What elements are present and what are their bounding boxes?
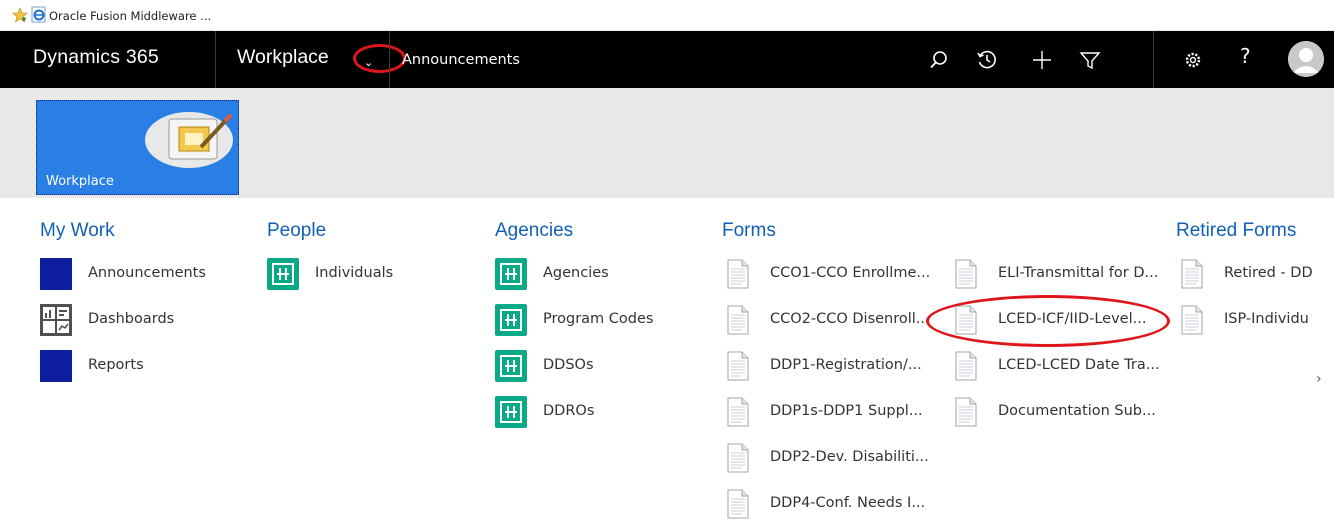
document-icon: [950, 350, 982, 382]
document-icon: [1176, 304, 1208, 336]
favorite-link-oracle[interactable]: Oracle Fusion Middleware ...: [49, 9, 211, 23]
favorites-star-icon[interactable]: [12, 7, 28, 27]
item-label: Agencies: [543, 265, 609, 281]
item-label: DDP1-Registration/...: [770, 357, 922, 373]
browser-favorites-bar: Oracle Fusion Middleware ...: [0, 0, 1334, 31]
new-plus-icon[interactable]: [1030, 48, 1054, 72]
entity-icon: [495, 350, 527, 382]
item-label: CCO1-CCO Enrollme...: [770, 265, 931, 281]
item-label: DDP1s-DDP1 Suppl...: [770, 403, 923, 419]
annotation-circle-lced-form: [926, 295, 1170, 347]
ie-page-icon[interactable]: [31, 6, 47, 27]
entity-icon: [267, 258, 299, 290]
document-icon: [722, 258, 754, 290]
item-label: Documentation Sub...: [998, 403, 1156, 419]
item-label: Program Codes: [543, 311, 654, 327]
nav-divider: [389, 31, 390, 88]
top-nav-bar: Dynamics 365 Workplace ⌄ Announcements ?: [0, 31, 1334, 88]
sitemap-item-retired-form[interactable]: Retired - DD: [1176, 258, 1326, 290]
settings-gear-icon[interactable]: [1181, 48, 1205, 72]
document-icon: [722, 396, 754, 428]
item-label: DDP4-Conf. Needs I...: [770, 495, 926, 511]
document-icon: [1176, 258, 1208, 290]
workplace-area-tile[interactable]: Workplace: [36, 100, 239, 195]
area-selector[interactable]: Workplace: [237, 46, 329, 69]
reports-icon: [40, 350, 72, 382]
item-label: DDSOs: [543, 357, 594, 373]
item-label: Dashboards: [88, 311, 175, 327]
workplace-tile-label: Workplace: [46, 174, 114, 189]
breadcrumb-current[interactable]: Announcements: [402, 52, 520, 68]
sitemap-item-retired-form[interactable]: ISP-Individu: [1176, 304, 1326, 336]
help-icon[interactable]: ?: [1240, 44, 1264, 68]
group-title-my-work: My Work: [40, 220, 115, 241]
filter-icon[interactable]: [1078, 48, 1102, 72]
group-title-agencies: Agencies: [495, 220, 574, 241]
search-icon[interactable]: [927, 48, 951, 72]
scroll-right-chevron-icon[interactable]: ›: [1316, 371, 1322, 387]
document-icon: [722, 488, 754, 520]
item-label: Retired - DD: [1224, 265, 1313, 281]
group-title-people: People: [267, 220, 327, 241]
item-label: Reports: [88, 357, 144, 373]
document-icon: [722, 350, 754, 382]
item-label: CCO2-CCO Disenroll...: [770, 311, 930, 327]
item-label: Individuals: [315, 265, 394, 281]
recent-history-icon[interactable]: [975, 48, 999, 72]
document-icon: [950, 396, 982, 428]
entity-icon: [495, 258, 527, 290]
entity-icon: [495, 304, 527, 336]
nav-divider: [1153, 31, 1154, 88]
announcements-icon: [40, 258, 72, 290]
brand-title[interactable]: Dynamics 365: [33, 46, 159, 69]
item-label: ISP-Individu: [1224, 311, 1309, 327]
document-icon: [722, 304, 754, 336]
user-avatar[interactable]: [1288, 41, 1324, 77]
workplace-edit-icon: [139, 109, 234, 175]
entity-icon: [495, 396, 527, 428]
item-label: ELI-Transmittal for D...: [998, 265, 1159, 281]
item-label: LCED-LCED Date Tra...: [998, 357, 1160, 373]
item-label: DDROs: [543, 403, 595, 419]
item-label: DDP2-Dev. Disabiliti...: [770, 449, 929, 465]
nav-divider: [215, 31, 216, 88]
item-label: Announcements: [88, 265, 206, 281]
dashboard-icon: [40, 304, 72, 336]
group-title-forms: Forms: [722, 220, 776, 241]
document-icon: [950, 258, 982, 290]
document-icon: [722, 442, 754, 474]
group-title-retired-forms: Retired Forms: [1176, 220, 1297, 241]
annotation-circle-area-chevron: [353, 44, 406, 73]
